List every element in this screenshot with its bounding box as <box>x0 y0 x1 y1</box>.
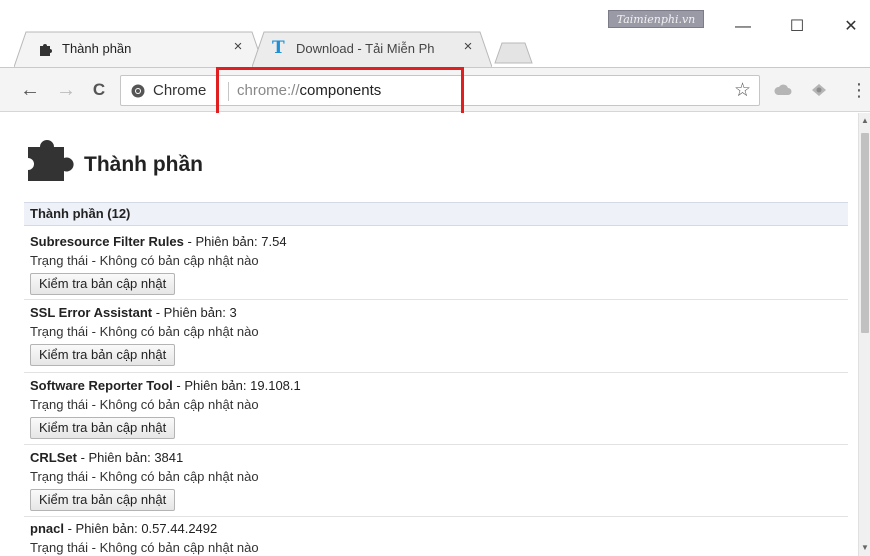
component-version: 0.57.44.2492 <box>141 521 218 536</box>
tab-title: Thành phần <box>62 41 132 56</box>
taimienphi-t-icon: T <box>272 38 285 58</box>
component-name: pnacl <box>30 521 64 536</box>
site-chip-label: Chrome <box>153 82 207 99</box>
component-version: 7.54 <box>261 234 287 249</box>
component-status: Trạng thái - Không có bản cập nhật nào <box>30 469 259 484</box>
reload-button[interactable]: C <box>87 78 111 102</box>
version-label: Phiên bản: <box>163 305 226 320</box>
back-button[interactable]: ← <box>18 78 42 102</box>
tab-close-icon[interactable]: × <box>230 39 246 55</box>
version-label: Phiên bản: <box>184 378 247 393</box>
section-header: Thành phần (12) <box>24 202 848 226</box>
component-status: Trạng thái - Không có bản cập nhật nào <box>30 397 259 412</box>
omnibox-divider <box>228 82 229 101</box>
tab-download[interactable]: T Download - Tải Miễn Ph × <box>252 31 492 67</box>
menu-button[interactable]: ⋮ <box>850 77 868 103</box>
check-update-button[interactable]: Kiểm tra bản cập nhật <box>30 489 176 511</box>
component-name: Subresource Filter Rules <box>30 234 184 249</box>
puzzle-icon <box>24 131 76 183</box>
toolbar: ← → C Chrome chrome://components ☆ ⋮ <box>0 67 870 112</box>
tab-title: Download - Tải Miễn Ph <box>296 41 435 56</box>
scroll-thumb[interactable] <box>861 133 869 333</box>
component-version: 3 <box>229 305 237 320</box>
component-version: 3841 <box>154 450 184 465</box>
component-status: Trạng thái - Không có bản cập nhật nào <box>30 540 259 555</box>
divider <box>24 299 848 300</box>
scroll-down-arrow-icon[interactable]: ▼ <box>859 542 870 554</box>
maximize-button[interactable]: ☐ <box>782 14 812 40</box>
extension-cloud-icon[interactable] <box>774 82 792 98</box>
component-item: Software Reporter Tool - Phiên bản: 19.1… <box>30 377 848 439</box>
component-item: Subresource Filter Rules - Phiên bản: 7.… <box>30 233 848 295</box>
version-label: Phiên bản: <box>195 234 258 249</box>
component-status: Trạng thái - Không có bản cập nhật nào <box>30 253 259 268</box>
close-window-button[interactable]: ✕ <box>836 14 866 40</box>
divider <box>24 516 848 517</box>
chrome-logo-icon <box>131 84 145 98</box>
component-version: 19.108.1 <box>250 378 301 393</box>
tab-close-icon[interactable]: × <box>460 39 476 55</box>
extension-shield-icon[interactable] <box>810 82 828 98</box>
divider <box>24 444 848 445</box>
version-label: Phiên bản: <box>75 521 138 536</box>
check-update-button[interactable]: Kiểm tra bản cập nhật <box>30 417 176 439</box>
component-item: pnacl - Phiên bản: 0.57.44.2492 Trạng th… <box>30 520 848 556</box>
check-update-button[interactable]: Kiểm tra bản cập nhật <box>30 273 176 295</box>
page-title: Thành phần <box>84 153 203 176</box>
check-update-button[interactable]: Kiểm tra bản cập nhật <box>30 344 176 366</box>
divider <box>24 372 848 373</box>
version-label: Phiên bản: <box>88 450 151 465</box>
tab-thanh-phan[interactable]: Thành phần × <box>14 31 264 67</box>
address-bar[interactable]: Chrome chrome://components ☆ <box>120 75 760 106</box>
new-tab-button[interactable] <box>494 42 534 64</box>
vertical-scrollbar[interactable]: ▲ ▼ <box>858 113 870 556</box>
component-item: SSL Error Assistant - Phiên bản: 3 Trạng… <box>30 304 848 366</box>
puzzle-icon <box>38 41 54 57</box>
minimize-button[interactable]: — <box>728 14 758 40</box>
bookmark-star-icon[interactable]: ☆ <box>734 79 751 102</box>
component-name: CRLSet <box>30 450 77 465</box>
url-text[interactable]: chrome://components <box>237 82 381 99</box>
component-name: SSL Error Assistant <box>30 305 153 320</box>
url-scheme: chrome:// <box>237 82 300 99</box>
component-status: Trạng thái - Không có bản cập nhật nào <box>30 324 259 339</box>
component-item: CRLSet - Phiên bản: 3841 Trạng thái - Kh… <box>30 449 848 511</box>
scroll-up-arrow-icon[interactable]: ▲ <box>859 115 870 127</box>
watermark-logo: Taimienphi.vn <box>608 10 704 28</box>
components-page: Thành phần Thành phần (12) Subresource F… <box>0 113 858 556</box>
title-bar: Thành phần × T Download - Tải Miễn Ph × … <box>0 0 870 67</box>
component-name: Software Reporter Tool <box>30 378 173 393</box>
forward-button[interactable]: → <box>54 78 78 102</box>
url-path: components <box>299 82 382 99</box>
